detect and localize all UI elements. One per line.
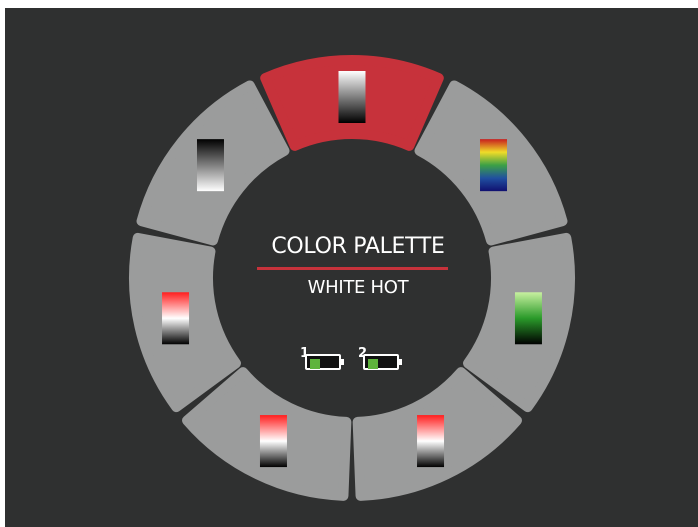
palette-swatch-red-hot-white-2 xyxy=(259,415,287,468)
palette-swatch-red-hot-white-3 xyxy=(162,292,190,345)
selected-palette-name: WHITE HOT xyxy=(307,277,409,298)
palette-option-black-hot[interactable] xyxy=(136,80,290,246)
palette-option-red-hot-white-3[interactable] xyxy=(129,232,241,413)
palette-swatch-rainbow xyxy=(480,139,508,192)
palette-swatch-green-hot xyxy=(514,292,542,345)
palette-screen: COLOR PALETTE WHITE HOT 1 2 xyxy=(5,8,698,527)
battery-1-level xyxy=(310,359,320,369)
battery-2-level xyxy=(368,359,378,369)
palette-option-red-hot-white-2[interactable] xyxy=(182,367,352,501)
battery-1-icon xyxy=(305,354,341,370)
menu-title: COLOR PALETTE xyxy=(271,234,445,259)
palette-swatch-white-hot xyxy=(338,71,366,123)
palette-option-red-hot-white[interactable] xyxy=(352,367,522,501)
title-underline xyxy=(257,267,448,270)
palette-option-green-hot[interactable] xyxy=(463,232,575,413)
battery-2-icon xyxy=(363,354,399,370)
palette-option-rainbow[interactable] xyxy=(414,80,568,246)
battery-2-tip xyxy=(399,359,402,365)
palette-option-white-hot[interactable] xyxy=(260,55,444,151)
battery-1-tip xyxy=(341,359,344,365)
palette-swatch-black-hot xyxy=(196,139,224,192)
palette-swatch-red-hot-white xyxy=(417,415,445,468)
